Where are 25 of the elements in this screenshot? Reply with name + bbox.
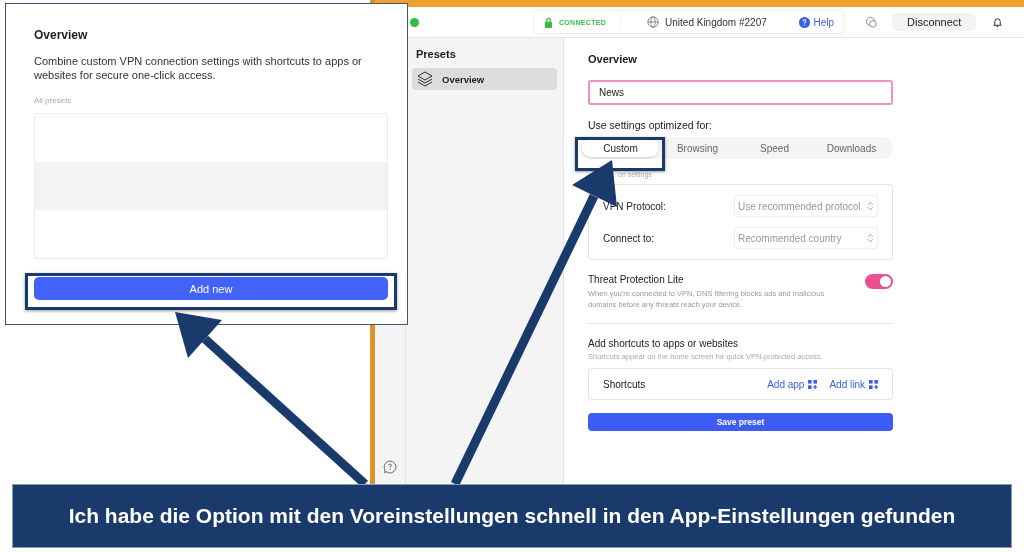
segment-tab[interactable]: Browsing [659,139,736,157]
shortcuts-label: Shortcuts [603,378,647,390]
sidebar-item[interactable]: Overview [412,68,557,90]
panel-description: Combine custom VPN connection settings with shortcuts to apps or websites for secure one-click access. [34,54,363,82]
panel-title: Overview [34,28,89,42]
segment-tab[interactable]: Speed [736,139,813,157]
help-link[interactable]: Help [799,16,834,28]
segment-tab[interactable]: Downloads [813,139,890,157]
list-label: All presets [34,96,73,105]
setting-label: Connect to: [603,232,655,244]
sidebar-title: Presets [416,48,457,60]
name-field[interactable]: News [588,80,893,105]
add-new-button[interactable]: Add new [34,277,388,300]
disconnect-button[interactable]: Disconnect [892,13,977,31]
optimize-label: Use settings optimized for: [588,119,713,131]
threat-protection-title: Threat Protection Lite [588,274,685,285]
setting-dropdown[interactable]: Use recommended protocol [734,195,878,217]
shortcuts-title: Add shortcuts to apps or websites [588,338,740,349]
save-preset-button[interactable]: Save preset [588,413,893,431]
server-name: United Kingdom #2207 [665,16,767,28]
setting-dropdown[interactable]: Recommended country [734,227,878,249]
add-link-link[interactable]: Add link [829,378,878,390]
caption-text: Ich habe die Option mit den Voreinstellungen schnell in den App-Einstellungen gefunden [68,504,956,528]
add-app-link[interactable]: Add app [767,378,818,390]
section-title: Overview [588,53,638,65]
